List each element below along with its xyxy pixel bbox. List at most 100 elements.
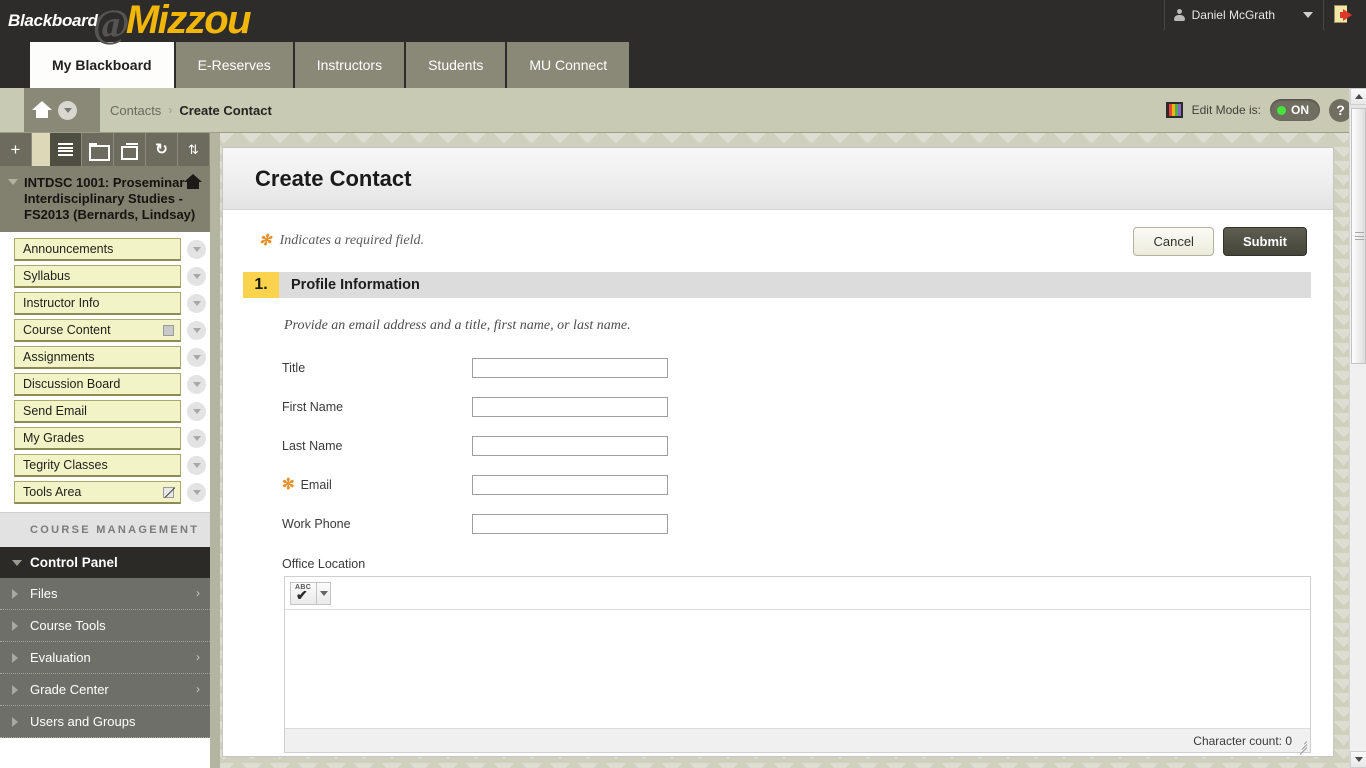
expand-triangle-icon [12, 621, 18, 631]
home-icon[interactable] [32, 101, 52, 119]
control-panel-item-users-and-groups[interactable]: Users and Groups [0, 706, 210, 738]
control-panel-item-files[interactable]: Files › [0, 578, 210, 610]
main-content-panel: Create Contact ✻ Indicates a required fi… [222, 147, 1334, 757]
menu-options-icon[interactable] [187, 483, 206, 502]
submit-button[interactable]: Submit [1222, 226, 1307, 256]
course-menu-toolbar: + ↻ ⇅ [0, 133, 210, 174]
tab-students[interactable]: Students [406, 42, 508, 88]
menu-options-icon[interactable] [187, 240, 206, 259]
edit-mode-group: Edit Mode is: ON ? [1165, 88, 1352, 132]
tab-my-blackboard[interactable]: My Blackboard [30, 42, 176, 88]
control-panel-item-evaluation[interactable]: Evaluation › [0, 642, 210, 674]
sidebar-item-tools-area[interactable]: Tools Area [14, 481, 181, 504]
menu-options-icon[interactable] [187, 348, 206, 367]
menu-options-icon[interactable] [187, 402, 206, 421]
display-view-button[interactable] [114, 133, 146, 166]
sidebar-item-tegrity-classes[interactable]: Tegrity Classes [14, 454, 181, 477]
work-phone-input[interactable] [472, 513, 668, 534]
refresh-button[interactable]: ↻ [146, 133, 178, 166]
breadcrumb-item-contacts[interactable]: Contacts [110, 103, 161, 118]
chevron-down-circle-icon[interactable] [58, 100, 77, 120]
course-title-header: INTDSC 1001: Proseminar in Interdiscipli… [0, 166, 210, 232]
color-palette-icon[interactable] [1165, 102, 1183, 118]
sidebar-item-send-email[interactable]: Send Email [14, 400, 181, 423]
user-menu[interactable]: Daniel McGrath [1163, 0, 1324, 30]
user-name-label: Daniel McGrath [1191, 8, 1275, 22]
resize-grip-icon[interactable] [1296, 738, 1308, 755]
office-location-textarea[interactable] [285, 610, 1310, 723]
control-panel-header[interactable]: Control Panel [0, 547, 210, 578]
grid-badge-icon [163, 324, 174, 336]
list-view-button[interactable] [50, 133, 82, 174]
breadcrumb-separator-icon: › [168, 103, 173, 117]
office-location-editor: ABC ✔ Character count: 0 [284, 576, 1311, 755]
chevron-down-icon[interactable] [1303, 12, 1313, 18]
menu-row: Assignments [0, 344, 210, 371]
tab-bar: My Blackboard E-Reserves Instructors Stu… [0, 42, 1366, 88]
checkmark-icon: ✔ [296, 586, 308, 603]
tab-list: My Blackboard E-Reserves Instructors Stu… [30, 42, 632, 88]
chevron-right-icon: › [196, 682, 200, 696]
sidebar-resize-handle[interactable] [210, 133, 220, 768]
scrollbar-thumb[interactable] [1351, 108, 1366, 364]
scroll-down-button[interactable] [1350, 751, 1366, 768]
last-name-input[interactable] [472, 435, 668, 456]
sidebar-item-assignments[interactable]: Assignments [14, 346, 181, 369]
form-row-email: ✻ Email [223, 465, 1333, 504]
sidebar-item-course-content[interactable]: Course Content [14, 319, 181, 342]
course-menu-sidebar: + ↻ ⇅ INTDSC 1001: Proseminar in Interdi… [0, 133, 210, 768]
tab-e-reserves[interactable]: E-Reserves [175, 42, 295, 88]
spellcheck-abc-icon[interactable]: ABC ✔ [290, 581, 316, 605]
email-label-group: ✻ Email [282, 477, 472, 492]
course-home-icon[interactable] [184, 174, 202, 190]
control-panel-item-grade-center[interactable]: Grade Center › [0, 674, 210, 706]
tab-instructors[interactable]: Instructors [294, 42, 407, 88]
sidebar-item-instructor-info[interactable]: Instructor Info [14, 292, 181, 315]
menu-options-icon[interactable] [187, 294, 206, 313]
folder-view-button[interactable] [82, 133, 114, 166]
first-name-input[interactable] [472, 396, 668, 417]
sidebar-item-announcements[interactable]: Announcements [14, 238, 181, 261]
sort-arrows-icon: ⇅ [188, 142, 199, 157]
list-icon [58, 143, 73, 156]
menu-options-icon[interactable] [187, 456, 206, 475]
sidebar-item-syllabus[interactable]: Syllabus [14, 265, 181, 288]
chevron-right-icon: › [196, 650, 200, 664]
tab-mu-connect[interactable]: MU Connect [507, 42, 632, 88]
logout-button[interactable] [1334, 4, 1358, 26]
editor-footer: Character count: 0 [285, 728, 1310, 755]
reorder-button[interactable]: ⇅ [178, 133, 210, 166]
expand-triangle-icon [12, 685, 18, 695]
profile-form: Title First Name Last Name ✻ Email Work … [223, 348, 1333, 543]
sidebar-item-my-grades[interactable]: My Grades [14, 427, 181, 450]
menu-options-icon[interactable] [187, 321, 206, 340]
title-input[interactable] [472, 357, 668, 378]
page-scrollbar[interactable] [1349, 88, 1366, 768]
menu-options-icon[interactable] [187, 375, 206, 394]
menu-options-icon[interactable] [187, 429, 206, 448]
site-logo[interactable]: Blackboard @ Mizzou [8, 0, 252, 46]
control-panel-item-course-tools[interactable]: Course Tools [0, 610, 210, 642]
chevron-down-icon[interactable] [316, 581, 331, 605]
scroll-up-button[interactable] [1350, 88, 1366, 105]
edit-mode-toggle[interactable]: ON [1270, 99, 1320, 121]
sidebar-item-discussion-board[interactable]: Discussion Board [14, 373, 181, 396]
logout-arrow-icon [1343, 9, 1352, 21]
email-input[interactable] [472, 474, 668, 495]
scrollbar-grip-icon [1355, 232, 1364, 240]
menu-options-icon[interactable] [187, 267, 206, 286]
menu-row: Announcements [0, 236, 210, 263]
action-row: ✻ Indicates a required field. Cancel Sub… [223, 210, 1333, 272]
course-management-header: COURSE MANAGEMENT [0, 512, 210, 547]
sidebar-item-label: Tools Area [23, 485, 82, 499]
collapse-triangle-icon[interactable] [8, 179, 18, 185]
chevron-right-icon: › [196, 586, 200, 600]
top-bar: Blackboard @ Mizzou Daniel McGrath [0, 0, 1366, 46]
cancel-button[interactable]: Cancel [1133, 226, 1214, 256]
section-description: Provide an email address and a title, fi… [284, 318, 631, 333]
breadcrumb-icon-group [24, 88, 100, 132]
add-menu-item-button[interactable]: + [0, 133, 32, 166]
character-count-label: Character count: 0 [1193, 733, 1292, 748]
toolbar-spacer [32, 133, 50, 166]
sidebar-item-label: Announcements [23, 242, 114, 256]
